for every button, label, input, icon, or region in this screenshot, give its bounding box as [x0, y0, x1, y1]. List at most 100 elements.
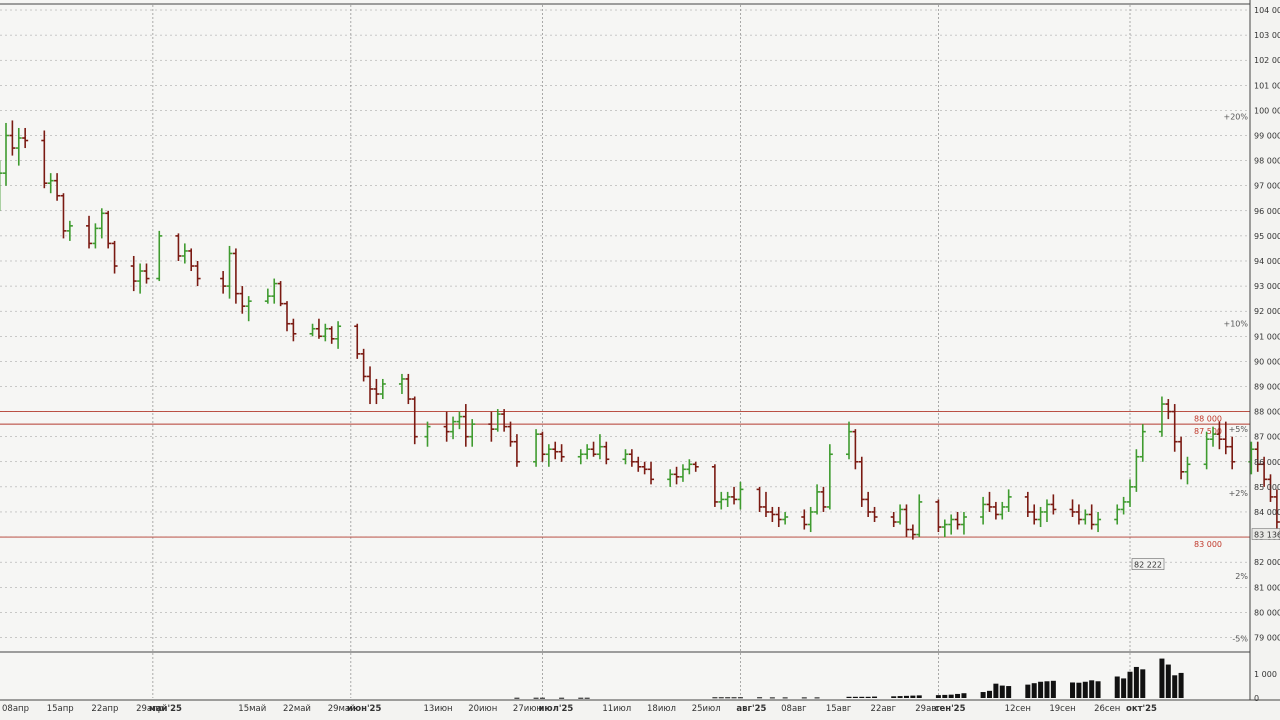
volume-bar [955, 693, 961, 698]
volume-bar [942, 694, 948, 698]
volume-bar [859, 696, 865, 698]
annotations: 82 222 [1131, 558, 1165, 570]
x-tick-label: 26сен [1094, 704, 1120, 714]
x-tick-label: 08авг [781, 704, 807, 714]
volume-bar [1076, 682, 1082, 698]
x-tick-label: 15апр [47, 704, 74, 714]
plot-background [0, 0, 1250, 700]
volume-bar [897, 696, 903, 698]
ohlc-chart: 88 000 87 500 83 000 79 000 80 000 81 000 82 … [0, 0, 1280, 720]
volume-bar [872, 696, 878, 698]
x-tick-label: 22авг [871, 704, 897, 714]
volume-bar [1178, 672, 1184, 698]
x-tick-label: июл'25 [538, 704, 573, 714]
y-tick-label: 101 000 [1254, 81, 1280, 90]
volume-bar [1082, 681, 1088, 698]
volume-bar [1038, 681, 1044, 698]
x-tick-label: 18июл [647, 704, 676, 714]
level-label: 83 000 [1194, 540, 1222, 549]
x-tick-label: 19сен [1049, 704, 1075, 714]
volume-bar [814, 697, 820, 699]
y-tick-label: 82 000 [1254, 558, 1280, 567]
volume-bar [533, 697, 539, 699]
x-tick-label: окт'25 [1126, 704, 1157, 714]
volume-bar [559, 697, 565, 699]
x-tick-label: 08апр [2, 704, 29, 714]
volume-bar [1127, 671, 1133, 698]
y-tick-label: 99 000 [1254, 132, 1280, 141]
x-tick-label: 13июн [424, 704, 453, 714]
x-tick-label: 12сен [1005, 704, 1031, 714]
volume-bar [999, 685, 1005, 698]
volume-bar [731, 697, 737, 699]
volume-bar [987, 690, 992, 698]
chart-canvas: 88 00087 50083 000 79 00080 00081 00082 … [0, 0, 1280, 714]
volume-bar [1172, 675, 1178, 698]
x-tick-label: 22май [283, 704, 311, 714]
volume-tick-label: 0 [1254, 694, 1259, 703]
volume-bar [712, 697, 718, 699]
x-tick-label: авг'25 [736, 704, 766, 714]
percent-mark: +5% [1229, 425, 1249, 434]
volume-bar [1121, 678, 1127, 698]
volume-bar [961, 693, 967, 698]
volume-bar [782, 697, 788, 699]
percent-mark: +2% [1229, 489, 1249, 498]
y-tick-label: 104 000 [1254, 6, 1280, 15]
y-tick-label: 98 000 [1254, 157, 1280, 166]
y-tick-label: 81 000 [1254, 583, 1280, 592]
volume-bar [718, 697, 724, 699]
volume-bar [801, 697, 807, 699]
volume-bar [1159, 658, 1165, 698]
volume-bar [846, 696, 852, 698]
volume-bar [1044, 681, 1050, 698]
volume-bar [852, 696, 858, 698]
y-tick-label: 85 000 [1254, 483, 1280, 492]
y-tick-label: 86 000 [1254, 458, 1280, 467]
volume-bar [891, 696, 897, 698]
y-tick-label: 97 000 [1254, 182, 1280, 191]
volume-bar [935, 695, 941, 698]
x-tick-label: май'25 [149, 704, 182, 714]
percent-mark: 2% [1235, 572, 1248, 581]
y-tick-label: 91 000 [1254, 332, 1280, 341]
price-marker-label: 83 136 [1254, 531, 1280, 540]
y-tick-label: 93 000 [1254, 282, 1280, 291]
percent-mark: -5% [1232, 635, 1248, 644]
volume-bar [578, 697, 584, 699]
y-tick-label: 87 000 [1254, 433, 1280, 442]
volume-bar [980, 692, 986, 698]
percent-mark: +10% [1224, 320, 1249, 329]
volume-bar [1089, 680, 1095, 698]
volume-bar [1050, 680, 1056, 698]
x-tick-label: 15май [238, 704, 266, 714]
level-label: 88 000 [1194, 415, 1222, 424]
volume-bar [948, 694, 954, 698]
volume-bar [769, 697, 775, 699]
y-tick-label: 92 000 [1254, 307, 1280, 316]
y-tick-label: 94 000 [1254, 257, 1280, 266]
y-tick-label: 80 000 [1254, 608, 1280, 617]
percent-mark: +20% [1224, 113, 1249, 122]
volume-bar [910, 695, 916, 698]
volume-bar [1165, 664, 1171, 698]
y-tick-label: 103 000 [1254, 31, 1280, 40]
y-tick-label: 95 000 [1254, 232, 1280, 241]
x-tick-label: сен'25 [934, 704, 965, 714]
volume-tick-label: 1 000 [1254, 670, 1277, 679]
volume-bar [1031, 683, 1037, 698]
annotation-label: 82 222 [1134, 561, 1162, 570]
volume-bar [725, 697, 731, 699]
y-tick-label: 90 000 [1254, 357, 1280, 366]
volume-bar [993, 683, 999, 698]
y-tick-label: 79 000 [1254, 633, 1280, 642]
volume-bar [1114, 676, 1120, 698]
volume-bar [1070, 682, 1076, 698]
y-tick-label: 89 000 [1254, 382, 1280, 391]
y-tick-label: 84 000 [1254, 508, 1280, 517]
volume-bar [1006, 686, 1012, 698]
x-tick-label: 22апр [91, 704, 118, 714]
volume-bar [1133, 666, 1139, 698]
volume-bar [1140, 669, 1146, 698]
volume-bar [865, 696, 871, 698]
